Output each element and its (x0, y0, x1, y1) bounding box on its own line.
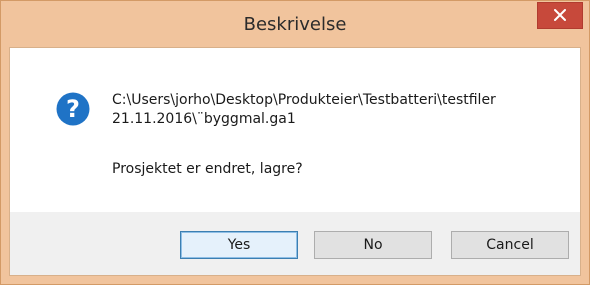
button-bar: Yes No Cancel (10, 212, 580, 275)
dialog-body: ? C:\Users\jorho\Desktop\Produkteier\Tes… (9, 47, 581, 276)
close-button[interactable] (537, 2, 583, 29)
save-prompt: Prosjektet er endret, lagre? (112, 161, 303, 177)
yes-button[interactable]: Yes (180, 231, 298, 259)
dialog-window: Beskrivelse ? C:\Users\jorho\Desktop\Pro… (0, 0, 590, 285)
file-path-line-2: 21.11.2016\¨byggmal.ga1 (112, 111, 296, 127)
file-path-line-1: C:\Users\jorho\Desktop\Produkteier\Testb… (112, 92, 496, 108)
message-area: ? C:\Users\jorho\Desktop\Produkteier\Tes… (10, 48, 580, 212)
title-bar[interactable]: Beskrivelse (1, 1, 589, 47)
svg-text:?: ? (66, 95, 80, 123)
question-icon: ? (56, 92, 90, 126)
no-button[interactable]: No (314, 231, 432, 259)
close-icon (554, 6, 566, 25)
dialog-title: Beskrivelse (243, 14, 347, 35)
cancel-button[interactable]: Cancel (451, 231, 569, 259)
